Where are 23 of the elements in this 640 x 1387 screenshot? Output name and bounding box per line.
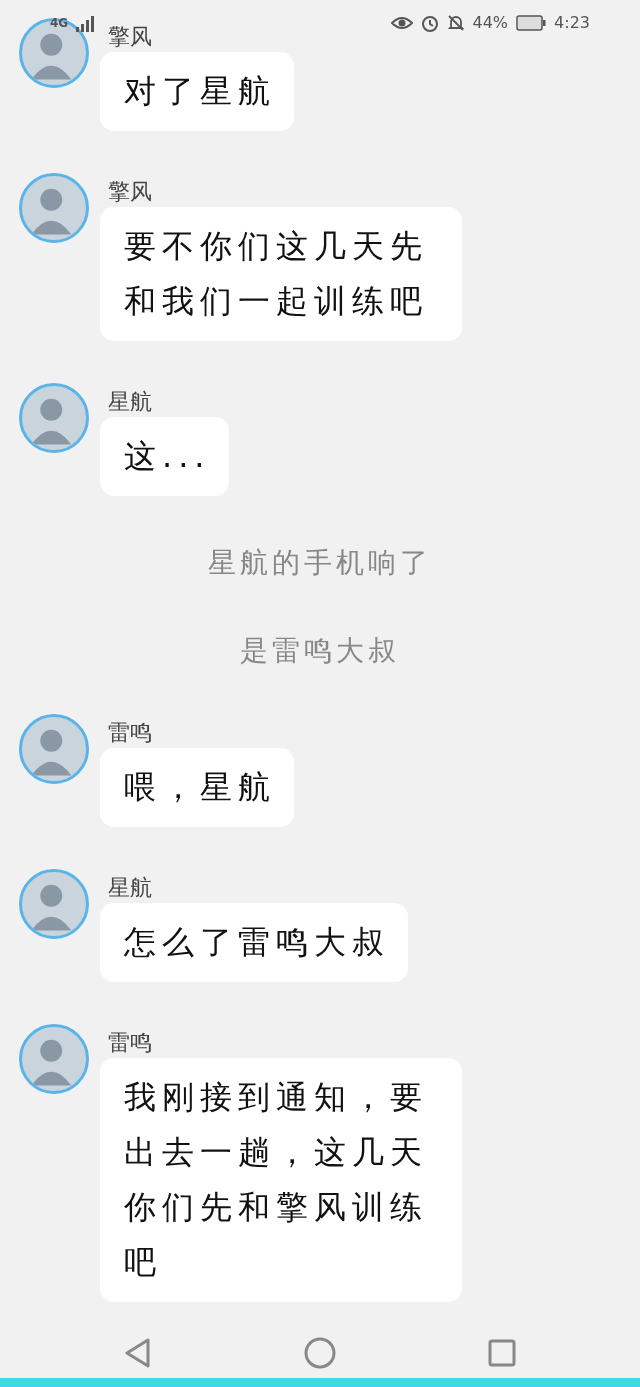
alarm-icon: [420, 14, 439, 32]
message-bubble: 喂，星航: [100, 748, 294, 827]
system-notice: 是雷鸣大叔: [240, 634, 400, 667]
recents-icon[interactable]: [488, 1339, 516, 1367]
sender-name: 星航: [108, 875, 152, 900]
message-bubble: 这...: [100, 417, 229, 496]
sender-name: 雷鸣: [108, 1030, 152, 1055]
sender-name: 擎风: [108, 24, 152, 49]
message-bubble: 要不你们这几天先和我们一起训练吧: [100, 207, 462, 341]
eye-icon: [390, 15, 413, 31]
mute-icon: [446, 14, 465, 32]
message-bubble: 怎么了雷鸣大叔: [100, 903, 408, 982]
battery-percent: 44%: [472, 12, 509, 34]
battery-icon: [516, 15, 547, 31]
back-icon[interactable]: [124, 1338, 152, 1368]
home-icon[interactable]: [304, 1337, 336, 1369]
sender-name: 星航: [108, 389, 152, 414]
sender-name: 雷鸣: [108, 720, 152, 745]
clock-time: 4:23: [554, 12, 590, 34]
sender-name: 擎风: [108, 179, 152, 204]
message-bubble: 对了星航: [100, 52, 294, 131]
system-notice: 星航的手机响了: [208, 546, 432, 579]
message-bubble: 我刚接到通知，要出去一趟，这几天你们先和擎风训练吧: [100, 1058, 462, 1302]
